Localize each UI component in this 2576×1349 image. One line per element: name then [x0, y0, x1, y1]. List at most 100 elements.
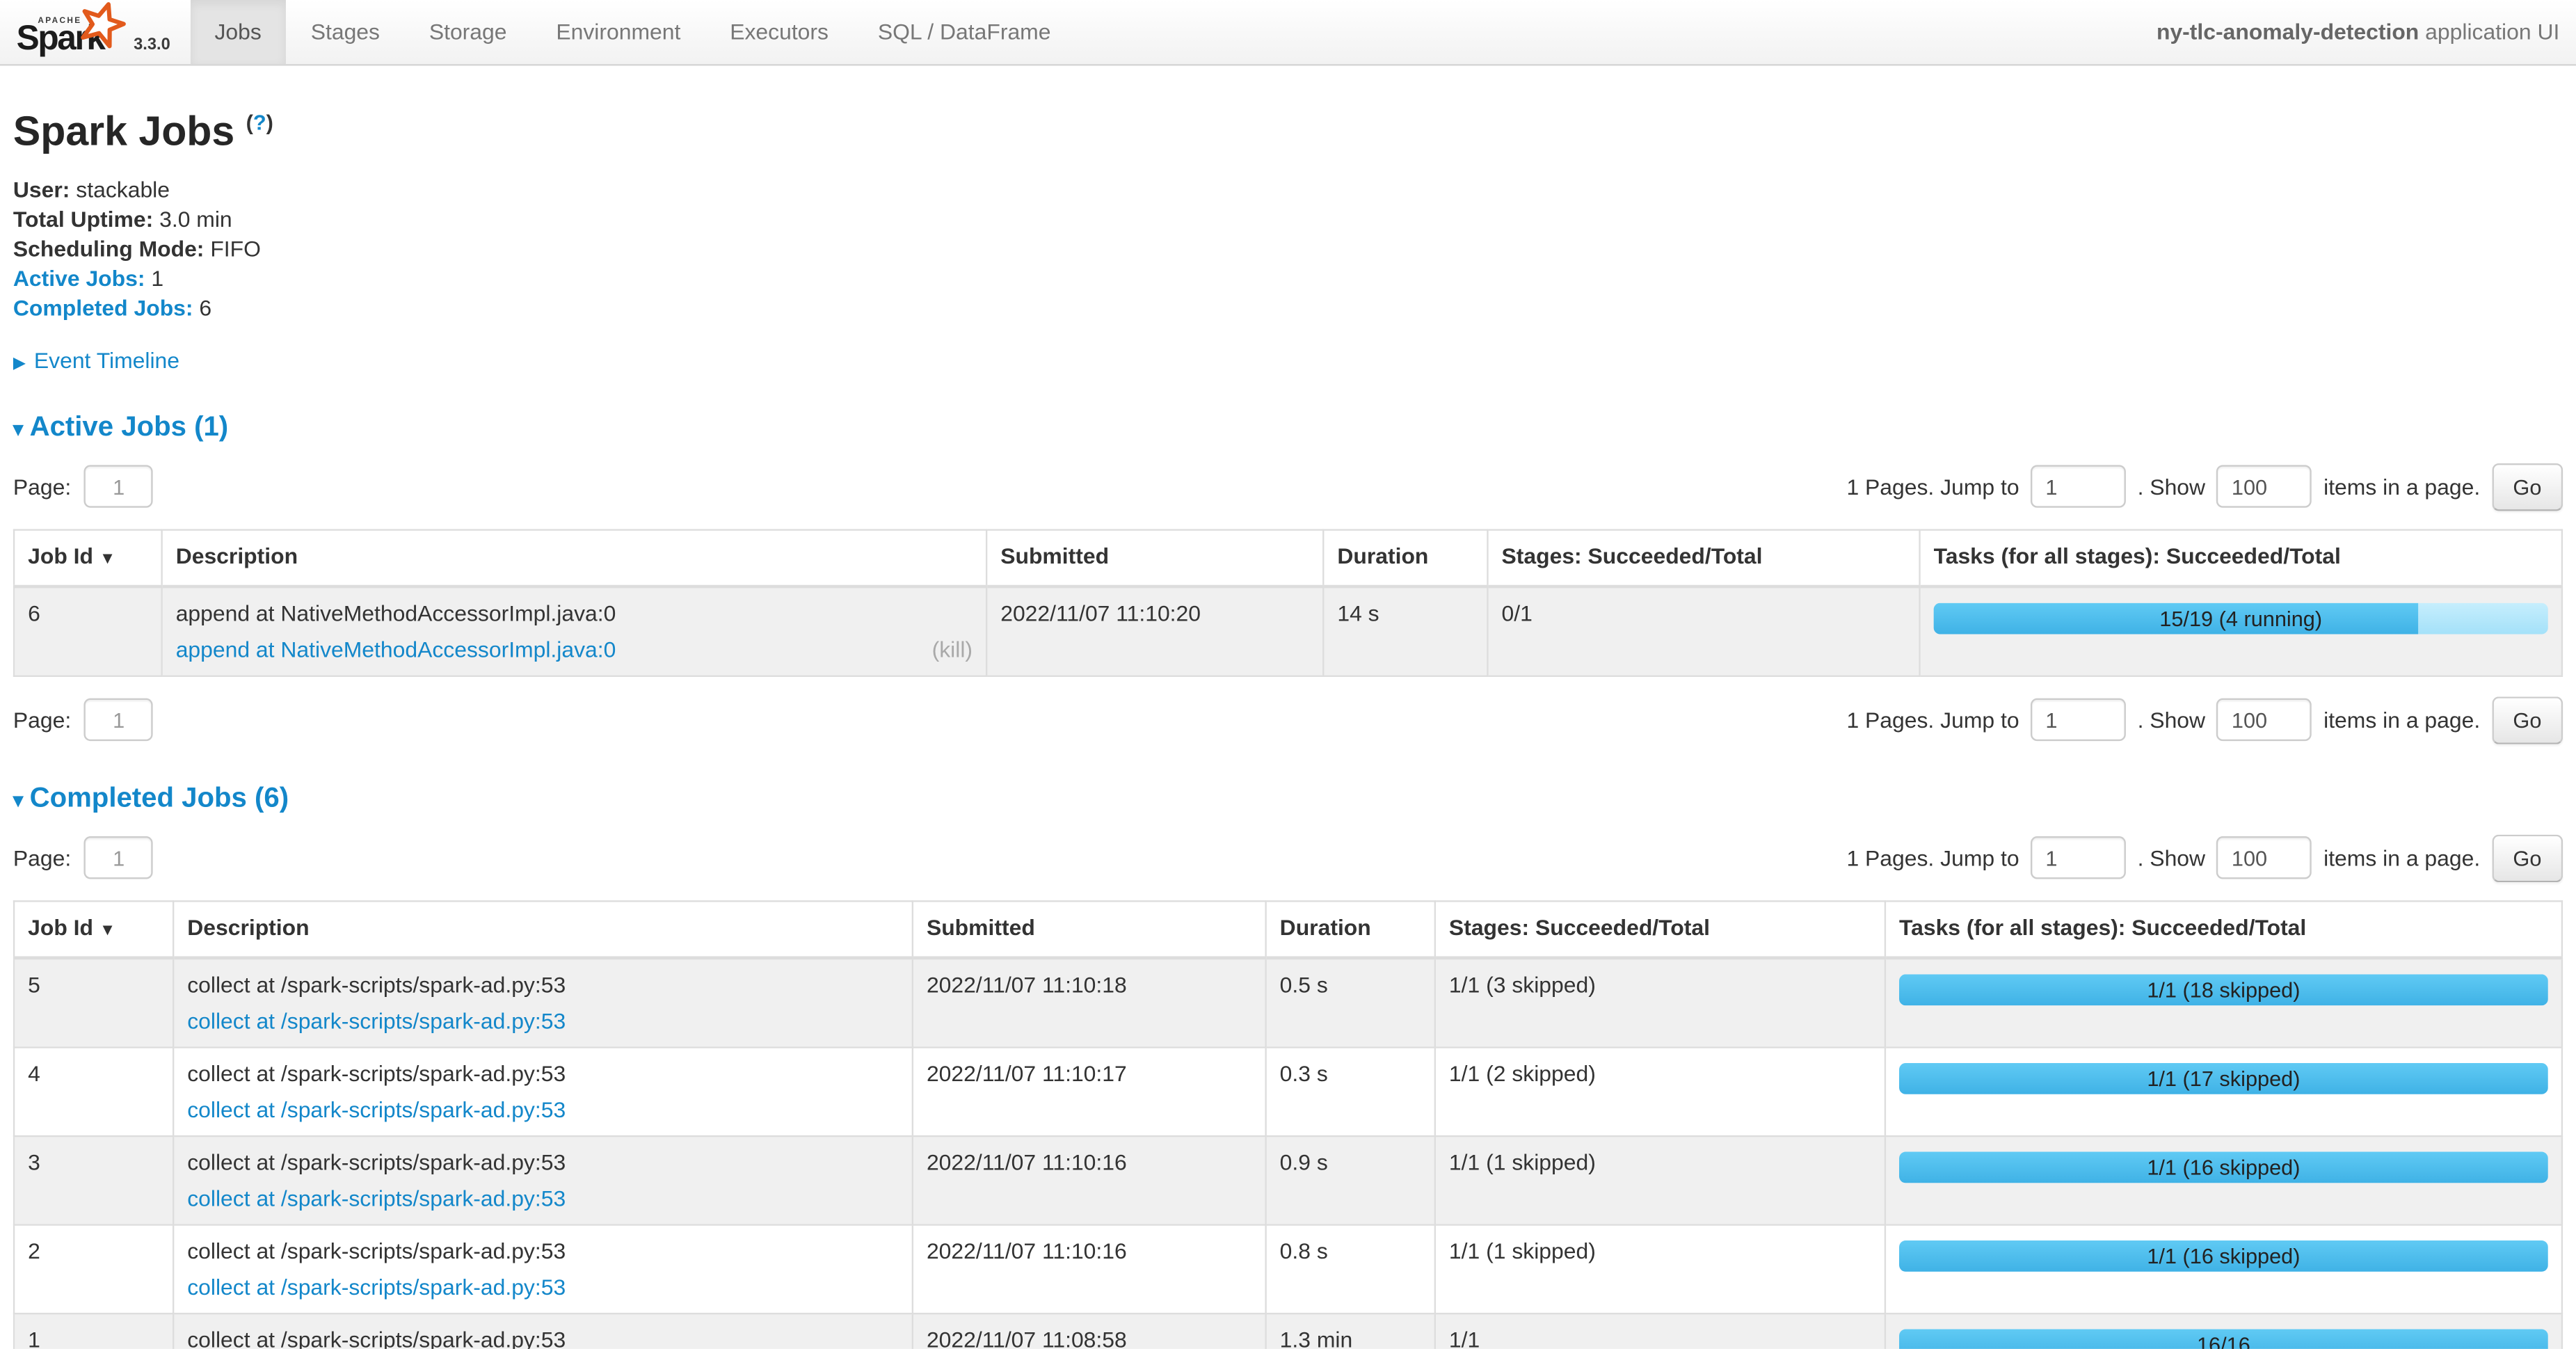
job-duration-cell: 0.5 s: [1266, 957, 1435, 1047]
items-text: items in a page.: [2323, 846, 2480, 870]
progress-label: 1/1 (16 skipped): [1899, 1151, 2548, 1183]
help-link[interactable]: (?): [246, 110, 273, 134]
job-id-cell: 2: [14, 1224, 173, 1314]
tab-environment[interactable]: Environment: [531, 0, 705, 64]
summary-scheduling-mode: Scheduling Mode: FIFO: [13, 239, 2563, 261]
show-text: . Show: [2138, 708, 2205, 732]
job-id-cell: 5: [14, 957, 173, 1047]
job-description-text: collect at /spark-scripts/spark-ad.py:53: [187, 973, 899, 997]
column-stages[interactable]: Stages: Succeeded/Total: [1435, 901, 1885, 957]
active-job-row: 6 append at NativeMethodAccessorImpl.jav…: [14, 586, 2562, 676]
job-submitted-cell: 2022/11/07 11:10:16: [913, 1224, 1266, 1314]
job-submitted-cell: 2022/11/07 11:10:18: [913, 957, 1266, 1047]
job-tasks-cell: 1/1 (16 skipped): [1885, 1224, 2562, 1314]
column-description[interactable]: Description: [162, 529, 987, 586]
task-progress-bar: 15/19 (4 running): [1934, 602, 2548, 634]
application-title: ny-tlc-anomaly-detection application UI: [2157, 0, 2559, 65]
table-header-row: Job Id ▼ Description Submitted Duration …: [14, 901, 2562, 957]
column-job-id[interactable]: Job Id ▼: [14, 901, 173, 957]
jump-to-page-input[interactable]: [2031, 837, 2126, 879]
job-duration-cell: 1.3 min: [1266, 1314, 1435, 1349]
progress-label: 1/1 (17 skipped): [1899, 1063, 2548, 1094]
active-jobs-section-header[interactable]: ▾Active Jobs (1): [13, 410, 2563, 445]
job-description-link[interactable]: append at NativeMethodAccessorImpl.java:…: [176, 637, 616, 662]
column-tasks[interactable]: Tasks (for all stages): Succeeded/Total: [1885, 901, 2562, 957]
go-button[interactable]: Go: [2492, 463, 2563, 511]
page-label: Page:: [13, 846, 71, 870]
page-number-input[interactable]: [84, 837, 153, 879]
progress-label: 15/19 (4 running): [1934, 602, 2548, 634]
column-submitted[interactable]: Submitted: [913, 901, 1266, 957]
summary-user: User: stackable: [13, 179, 2563, 202]
column-duration[interactable]: Duration: [1266, 901, 1435, 957]
tab-stages[interactable]: Stages: [286, 0, 404, 64]
page-number-input[interactable]: [84, 465, 153, 508]
job-description-cell: collect at /spark-scripts/spark-ad.py:53…: [173, 957, 913, 1047]
tab-sql-dataframe[interactable]: SQL / DataFrame: [853, 0, 1075, 64]
apache-label: APACHE: [38, 17, 81, 26]
pages-jump-text: 1 Pages. Jump to: [1846, 846, 2019, 870]
tab-executors[interactable]: Executors: [705, 0, 854, 64]
application-name: ny-tlc-anomaly-detection: [2157, 19, 2419, 44]
job-tasks-cell: 16/16: [1885, 1314, 2562, 1349]
items-per-page-input[interactable]: [2217, 465, 2312, 508]
column-duration[interactable]: Duration: [1323, 529, 1487, 586]
question-mark-icon[interactable]: ?: [253, 110, 266, 134]
job-submitted-cell: 2022/11/07 11:08:58: [913, 1314, 1266, 1349]
completed-jobs-section-header[interactable]: ▾Completed Jobs (6): [13, 782, 2563, 817]
job-description-text: append at NativeMethodAccessorImpl.java:…: [176, 601, 973, 625]
job-description-link[interactable]: collect at /spark-scripts/spark-ad.py:53: [187, 1097, 566, 1121]
job-description-link[interactable]: collect at /spark-scripts/spark-ad.py:53: [187, 1275, 566, 1299]
job-duration-cell: 0.3 s: [1266, 1047, 1435, 1136]
job-description-cell: collect at /spark-scripts/spark-ad.py:53…: [173, 1136, 913, 1225]
job-stages-cell: 1/1 (3 skipped): [1435, 957, 1885, 1047]
table-header-row: Job Id ▼ Description Submitted Duration …: [14, 529, 2562, 586]
task-progress-bar: 1/1 (16 skipped): [1899, 1151, 2548, 1183]
job-description-cell: collect at /spark-scripts/spark-ad.py:53…: [173, 1314, 913, 1349]
column-description[interactable]: Description: [173, 901, 913, 957]
go-button[interactable]: Go: [2492, 696, 2563, 744]
completed-job-row: 2 collect at /spark-scripts/spark-ad.py:…: [14, 1224, 2562, 1314]
items-per-page-input[interactable]: [2217, 699, 2312, 741]
jump-to-page-input[interactable]: [2031, 699, 2126, 741]
jump-to-page-input[interactable]: [2031, 465, 2126, 508]
kill-job-link[interactable]: (kill): [932, 637, 973, 662]
progress-label: 1/1 (16 skipped): [1899, 1240, 2548, 1272]
job-submitted-cell: 2022/11/07 11:10:20: [986, 586, 1323, 676]
spark-star-icon: [78, 0, 127, 49]
column-tasks[interactable]: Tasks (for all stages): Succeeded/Total: [1920, 529, 2562, 586]
job-tasks-cell: 15/19 (4 running): [1920, 586, 2562, 676]
completed-jobs-table: Job Id ▼ Description Submitted Duration …: [13, 900, 2563, 1349]
job-id-cell: 1: [14, 1314, 173, 1349]
job-id-cell: 4: [14, 1047, 173, 1136]
job-description-link[interactable]: collect at /spark-scripts/spark-ad.py:53: [187, 1009, 566, 1033]
completed-job-row: 5 collect at /spark-scripts/spark-ad.py:…: [14, 957, 2562, 1047]
column-stages[interactable]: Stages: Succeeded/Total: [1487, 529, 1919, 586]
go-button[interactable]: Go: [2492, 834, 2563, 881]
summary-uptime: Total Uptime: 3.0 min: [13, 209, 2563, 232]
tab-jobs[interactable]: Jobs: [190, 0, 286, 64]
items-per-page-input[interactable]: [2217, 837, 2312, 879]
job-id-cell: 6: [14, 586, 162, 676]
job-description-text: collect at /spark-scripts/spark-ad.py:53: [187, 1238, 899, 1263]
job-stages-cell: 1/1 (1 skipped): [1435, 1224, 1885, 1314]
job-description-link[interactable]: collect at /spark-scripts/spark-ad.py:53: [187, 1186, 566, 1211]
job-description-text: collect at /spark-scripts/spark-ad.py:53: [187, 1327, 899, 1349]
tab-storage[interactable]: Storage: [404, 0, 531, 64]
page-title: Spark Jobs (?): [13, 100, 2563, 155]
completed-jobs-link[interactable]: Completed Jobs:: [13, 296, 193, 321]
progress-label: 1/1 (18 skipped): [1899, 974, 2548, 1005]
page-number-input[interactable]: [84, 699, 153, 741]
expanded-arrow-icon: ▾: [13, 417, 23, 440]
sort-descending-icon: ▼: [99, 550, 115, 568]
active-jobs-link[interactable]: Active Jobs:: [13, 266, 145, 291]
job-description-text: collect at /spark-scripts/spark-ad.py:53: [187, 1061, 899, 1085]
event-timeline-toggle[interactable]: ▶Event Timeline: [13, 348, 2563, 372]
spark-ui-page: APACHE Spark 3.3.0 Jobs Stages Storage E…: [0, 0, 2576, 1349]
active-jobs-table: Job Id ▼ Description Submitted Duration …: [13, 529, 2563, 677]
column-job-id[interactable]: Job Id ▼: [14, 529, 162, 586]
expanded-arrow-icon: ▾: [13, 788, 23, 811]
column-submitted[interactable]: Submitted: [986, 529, 1323, 586]
sort-descending-icon: ▼: [99, 921, 115, 939]
completed-jobs-pagination-top: Page: 1 Pages. Jump to . Show items in a…: [13, 834, 2563, 881]
